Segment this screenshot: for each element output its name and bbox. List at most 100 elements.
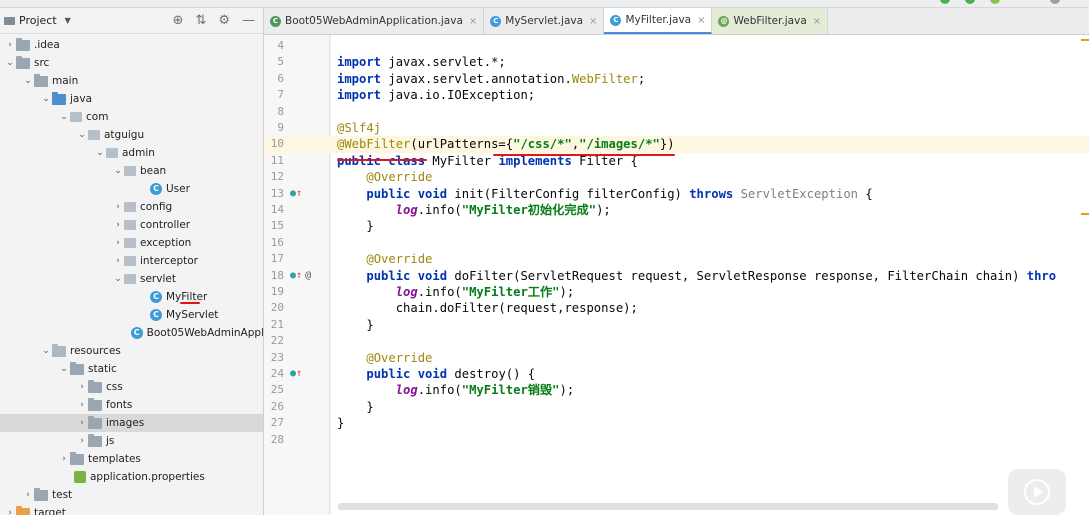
code-line[interactable]: 6 import javax.servlet.annotation.WebFilt… bbox=[264, 71, 1089, 87]
line-number[interactable]: 22 bbox=[264, 333, 284, 349]
code-line[interactable]: 24 ●↑ public void destroy() { bbox=[264, 366, 1089, 382]
code-line[interactable]: 10 @WebFilter(urlPatterns={"/css/*","/ima… bbox=[264, 136, 1089, 153]
close-icon[interactable]: × bbox=[697, 15, 705, 26]
line-number[interactable]: 7 bbox=[264, 87, 284, 103]
project-view-selector[interactable]: Project ▼ bbox=[4, 14, 71, 27]
tree-item[interactable]: ⌄ com bbox=[0, 108, 263, 126]
close-icon[interactable]: × bbox=[589, 16, 597, 27]
override-method-icon[interactable]: ●↑ bbox=[290, 186, 302, 202]
chevron-down-icon[interactable]: ⌄ bbox=[112, 166, 124, 176]
tree-item[interactable]: › .idea bbox=[0, 36, 263, 54]
toolbar-coverage-icon[interactable] bbox=[990, 0, 1000, 4]
code-line[interactable]: 8 bbox=[264, 104, 1089, 120]
line-number[interactable]: 11 bbox=[264, 153, 284, 169]
tree-item[interactable]: ⌄ bean bbox=[0, 162, 263, 180]
chevron-right-icon[interactable]: › bbox=[112, 256, 124, 266]
collapse-all-icon[interactable]: ⇅ bbox=[195, 13, 206, 28]
chevron-right-icon[interactable]: › bbox=[4, 508, 16, 515]
code-line[interactable]: 20 chain.doFilter(request,response); bbox=[264, 300, 1089, 316]
line-number[interactable]: 14 bbox=[264, 202, 284, 218]
chevron-right-icon[interactable]: › bbox=[112, 238, 124, 248]
chevron-down-icon[interactable]: ⌄ bbox=[40, 94, 52, 104]
chevron-right-icon[interactable]: › bbox=[22, 490, 34, 500]
override-method-icon[interactable]: ●↑ bbox=[290, 366, 302, 382]
chevron-down-icon[interactable]: ⌄ bbox=[76, 130, 88, 140]
project-tree[interactable]: › .idea ⌄ src ⌄ main ⌄ java ⌄ com ⌄ atguigu ⌄ admin ⌄ b… bbox=[0, 34, 263, 515]
code-line[interactable]: 26 } bbox=[264, 399, 1089, 415]
code-line[interactable]: 27} bbox=[264, 415, 1089, 431]
chevron-right-icon[interactable]: › bbox=[76, 382, 88, 392]
chevron-right-icon[interactable]: › bbox=[4, 40, 16, 50]
error-stripe[interactable] bbox=[1081, 35, 1089, 515]
chevron-down-icon[interactable]: ⌄ bbox=[58, 112, 70, 122]
editor-tab[interactable]: C MyServlet.java × bbox=[484, 8, 605, 34]
code-line[interactable]: 19 log.info("MyFilter工作"); bbox=[264, 284, 1089, 300]
editor-tab[interactable]: C Boot05WebAdminApplication.java × bbox=[264, 8, 485, 34]
line-number[interactable]: 21 bbox=[264, 317, 284, 333]
code-line[interactable]: 28 bbox=[264, 432, 1089, 448]
line-number[interactable]: 28 bbox=[264, 432, 284, 448]
tree-item[interactable]: ⌄ static bbox=[0, 360, 263, 378]
chevron-down-icon[interactable]: ⌄ bbox=[40, 346, 52, 356]
locate-icon[interactable]: ⊕ bbox=[173, 13, 184, 28]
code-editor[interactable]: 4 5 import javax.servlet.*; 6 import javax.s… bbox=[264, 35, 1089, 515]
chevron-down-icon[interactable]: ⌄ bbox=[22, 76, 34, 86]
override-method-icon[interactable]: ●↑ @ bbox=[290, 268, 311, 284]
line-number[interactable]: 19 bbox=[264, 284, 284, 300]
video-play-overlay[interactable] bbox=[1008, 469, 1066, 515]
chevron-right-icon[interactable]: › bbox=[112, 202, 124, 212]
code-line[interactable]: 7 import java.io.IOException; bbox=[264, 87, 1089, 103]
tree-item[interactable]: › css bbox=[0, 378, 263, 396]
toolbar-debug-icon[interactable] bbox=[965, 0, 975, 4]
editor-tab[interactable]: @ WebFilter.java × bbox=[712, 8, 829, 34]
line-number[interactable]: 23 bbox=[264, 350, 284, 366]
line-number[interactable]: 26 bbox=[264, 399, 284, 415]
hide-icon[interactable]: — bbox=[242, 13, 255, 28]
line-number[interactable]: 9 bbox=[264, 120, 284, 136]
tree-item[interactable]: › templates bbox=[0, 450, 263, 468]
chevron-down-icon[interactable]: ⌄ bbox=[4, 58, 16, 68]
close-icon[interactable]: × bbox=[813, 16, 821, 27]
gear-icon[interactable]: ⚙ bbox=[218, 13, 230, 28]
line-number[interactable]: 18 bbox=[264, 268, 284, 284]
tree-item[interactable]: › fonts bbox=[0, 396, 263, 414]
horizontal-scrollbar[interactable] bbox=[338, 503, 998, 510]
code-line[interactable]: 25 log.info("MyFilter销毁"); bbox=[264, 382, 1089, 398]
code-line[interactable]: 5 import javax.servlet.*; bbox=[264, 54, 1089, 70]
chevron-right-icon[interactable]: › bbox=[76, 436, 88, 446]
line-number[interactable]: 8 bbox=[264, 104, 284, 120]
tree-item[interactable]: ⌄ src bbox=[0, 54, 263, 72]
code-line[interactable]: 13 ●↑ public void init(FilterConfig filte… bbox=[264, 186, 1089, 202]
line-number[interactable]: 4 bbox=[264, 38, 284, 54]
line-number[interactable]: 6 bbox=[264, 71, 284, 87]
chevron-right-icon[interactable]: › bbox=[112, 220, 124, 230]
tree-item[interactable]: ⌄ admin bbox=[0, 144, 263, 162]
tree-item[interactable]: ⌄ servlet bbox=[0, 270, 263, 288]
toolbar-stop-icon[interactable] bbox=[1050, 0, 1060, 4]
code-line[interactable]: 17 @Override bbox=[264, 251, 1089, 267]
code-line[interactable]: 22 bbox=[264, 333, 1089, 349]
line-number[interactable]: 25 bbox=[264, 382, 284, 398]
code-line[interactable]: 21 } bbox=[264, 317, 1089, 333]
line-number[interactable]: 17 bbox=[264, 251, 284, 267]
chevron-down-icon[interactable]: ⌄ bbox=[112, 274, 124, 284]
chevron-right-icon[interactable]: › bbox=[76, 400, 88, 410]
tree-item[interactable]: › images bbox=[0, 414, 263, 432]
chevron-right-icon[interactable]: › bbox=[58, 454, 70, 464]
tree-item[interactable]: application.properties bbox=[0, 468, 263, 486]
tree-item[interactable]: C User bbox=[0, 180, 263, 198]
tree-item[interactable]: › test bbox=[0, 486, 263, 504]
line-number[interactable]: 27 bbox=[264, 415, 284, 431]
chevron-down-icon[interactable]: ⌄ bbox=[94, 148, 106, 158]
tree-item[interactable]: ⌄ resources bbox=[0, 342, 263, 360]
editor-tab[interactable]: C MyFilter.java × bbox=[604, 8, 713, 34]
tree-item[interactable]: ⌄ main bbox=[0, 72, 263, 90]
code-line[interactable]: 16 bbox=[264, 235, 1089, 251]
chevron-down-icon[interactable]: ⌄ bbox=[58, 364, 70, 374]
code-line[interactable]: 15 } bbox=[264, 218, 1089, 234]
line-number[interactable]: 20 bbox=[264, 300, 284, 316]
line-number[interactable]: 16 bbox=[264, 235, 284, 251]
tree-item[interactable]: › js bbox=[0, 432, 263, 450]
tree-item[interactable]: C MyServlet bbox=[0, 306, 263, 324]
line-number[interactable]: 10 bbox=[264, 136, 284, 152]
